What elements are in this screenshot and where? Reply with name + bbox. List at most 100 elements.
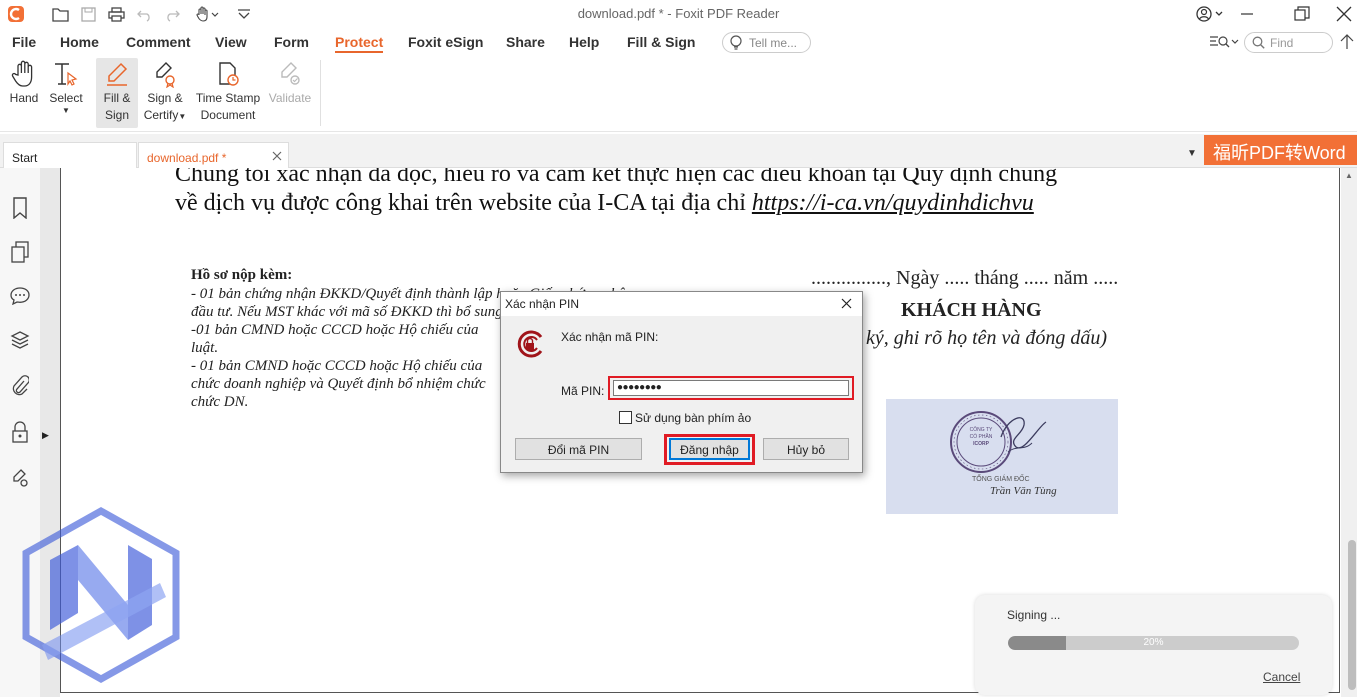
dialog-close-icon[interactable]: [841, 298, 852, 312]
sign-certify-button[interactable]: Sign & Certify▼: [141, 58, 189, 128]
sign-note: ký, ghi rõ họ tên và đóng dấu): [866, 327, 1108, 349]
ica-lock-logo-icon: [517, 330, 543, 358]
sign-certify-label-2: Certify▼: [143, 108, 187, 122]
scrollbar-thumb[interactable]: [1348, 540, 1356, 690]
doc-line-1: Chúng tôi xác nhận đã đọc, hiểu rõ và ca…: [175, 168, 1058, 187]
close-window-icon[interactable]: [1329, 3, 1357, 25]
fill-sign-label-2: Sign: [104, 108, 130, 122]
fill-sign-label-1: Fill &: [103, 91, 131, 105]
layers-icon[interactable]: [8, 328, 32, 352]
pin-prompt: Xác nhận mã PIN:: [561, 330, 659, 344]
tell-me-placeholder: Tell me...: [749, 36, 798, 50]
find-placeholder: Find: [1270, 36, 1294, 50]
pdf-to-word-banner[interactable]: 福昕PDF转Word: [1204, 135, 1357, 165]
seal-line: ICORP: [973, 441, 989, 447]
validate-label: Validate: [268, 91, 312, 105]
security-lock-icon[interactable]: [8, 420, 32, 444]
select-dropdown-icon: ▼: [62, 106, 70, 115]
sign-certify-label-1: Sign &: [147, 91, 183, 105]
pages-icon[interactable]: [8, 240, 32, 264]
seal-line: CÔNG TY: [969, 427, 993, 433]
tab-document[interactable]: download.pdf *: [138, 142, 289, 168]
validate-button[interactable]: Validate: [266, 58, 314, 128]
company-seal-signature: CÔNG TY CỔ PHẦN ICORP TỔNG GIÁM ĐỐC Trần…: [886, 399, 1118, 514]
seal-stamp-icon: [950, 411, 1047, 473]
tell-me-input[interactable]: Tell me...: [722, 32, 811, 53]
restore-icon[interactable]: [1287, 3, 1317, 25]
account-icon[interactable]: [1194, 3, 1228, 25]
seal-text: CÔNG TY CỔ PHẦN ICORP: [966, 427, 996, 448]
signing-progress-label: 20%: [1143, 637, 1164, 648]
scroll-up-icon[interactable]: ▲: [1345, 171, 1353, 180]
hand-label: Hand: [9, 91, 39, 105]
ribbon-divider: [320, 60, 321, 126]
cancel-button[interactable]: Hủy bỏ: [763, 438, 849, 460]
time-stamp-document-button[interactable]: Time Stamp Document: [193, 58, 263, 128]
time-stamp-label-2: Document: [200, 108, 256, 122]
director-name: Trần Văn Tùng: [990, 485, 1057, 497]
login-button[interactable]: Đăng nhập: [669, 438, 750, 460]
tab-start-label: Start: [12, 151, 38, 165]
expand-panel-icon[interactable]: ▶: [42, 430, 49, 441]
signing-status: Signing ...: [1007, 608, 1061, 622]
time-stamp-icon: [193, 58, 263, 90]
dialog-title-bar: Xác nhận PIN: [501, 292, 862, 316]
seal-line: CỔ PHẦN: [969, 434, 993, 440]
hand-tool-button[interactable]: Hand: [4, 58, 44, 128]
validate-icon: [266, 58, 314, 90]
signing-progress-bar: 20%: [1008, 636, 1299, 650]
bookmark-icon[interactable]: [8, 196, 32, 220]
menu-foxit-esign[interactable]: Foxit eSign: [408, 34, 483, 50]
menu-form[interactable]: Form: [274, 34, 309, 50]
change-pin-button[interactable]: Đổi mã PIN: [515, 438, 642, 460]
search-options-icon[interactable]: [1209, 34, 1239, 53]
virtual-keyboard-label: Sử dụng bàn phím ảo: [635, 411, 752, 425]
title-bar: download.pdf * - Foxit PDF Reader: [0, 0, 1357, 28]
attachment-icon[interactable]: [8, 374, 32, 398]
date-line: ..............., Ngày ..... tháng ..... …: [811, 267, 1119, 289]
window-title: download.pdf * - Foxit PDF Reader: [577, 6, 780, 21]
signing-progress-panel: Signing ... 20% Cancel: [975, 595, 1332, 695]
menu-view[interactable]: View: [215, 34, 247, 50]
attach-heading: Hồ sơ nộp kèm:: [191, 267, 293, 283]
select-text-icon: [46, 58, 86, 90]
tab-document-label: download.pdf *: [147, 151, 227, 165]
pin-input[interactable]: ●●●●●●●●: [613, 380, 849, 396]
doc-link[interactable]: https://i-ca.vn/quydinhdichvu: [752, 190, 1034, 216]
menu-home[interactable]: Home: [60, 34, 99, 50]
hand-icon: [4, 58, 44, 90]
doc-line-2: về dịch vụ được công khai trên website c…: [175, 190, 1034, 217]
doc-line-2-text: về dịch vụ được công khai trên website c…: [175, 190, 752, 216]
close-tab-icon[interactable]: [272, 150, 282, 164]
dialog-title: Xác nhận PIN: [505, 297, 580, 311]
lightbulb-icon: [729, 35, 743, 53]
menu-protect[interactable]: Protect: [335, 34, 384, 53]
customer-heading: KHÁCH HÀNG: [901, 299, 1042, 321]
virtual-keyboard-checkbox[interactable]: [619, 411, 632, 424]
document-tab-bar: Start download.pdf * ▼: [0, 134, 1357, 168]
watermark-logo-icon: [22, 506, 180, 684]
signature-panel-icon[interactable]: [8, 466, 32, 490]
comments-icon[interactable]: [8, 284, 32, 308]
menu-fill-sign[interactable]: Fill & Sign: [627, 34, 695, 50]
search-icon: [1252, 36, 1265, 52]
director-title: TỔNG GIÁM ĐỐC: [972, 476, 1030, 483]
tab-start[interactable]: Start: [3, 142, 137, 168]
time-stamp-label-1: Time Stamp: [195, 91, 261, 105]
minimize-icon[interactable]: [1232, 3, 1262, 25]
sign-certify-icon: [141, 58, 189, 90]
select-tool-button[interactable]: Select ▼: [46, 58, 86, 128]
menu-comment[interactable]: Comment: [126, 34, 191, 50]
menu-bar: File Home Comment View Form Protect Foxi…: [0, 30, 1357, 54]
fill-sign-pen-icon: [96, 58, 138, 90]
find-input[interactable]: Find: [1244, 32, 1333, 53]
tab-list-dropdown-icon[interactable]: ▼: [1187, 148, 1197, 159]
menu-share[interactable]: Share: [506, 34, 545, 50]
signing-cancel-link[interactable]: Cancel: [1263, 670, 1300, 684]
pin-confirm-dialog: Xác nhận PIN Xác nhận mã PIN: Mã PIN: ●●…: [500, 291, 863, 473]
select-label: Select: [49, 91, 83, 105]
menu-help[interactable]: Help: [569, 34, 599, 50]
fill-sign-button[interactable]: Fill & Sign: [96, 58, 138, 128]
collapse-ribbon-icon[interactable]: [1340, 34, 1354, 53]
menu-file[interactable]: File: [12, 34, 36, 50]
